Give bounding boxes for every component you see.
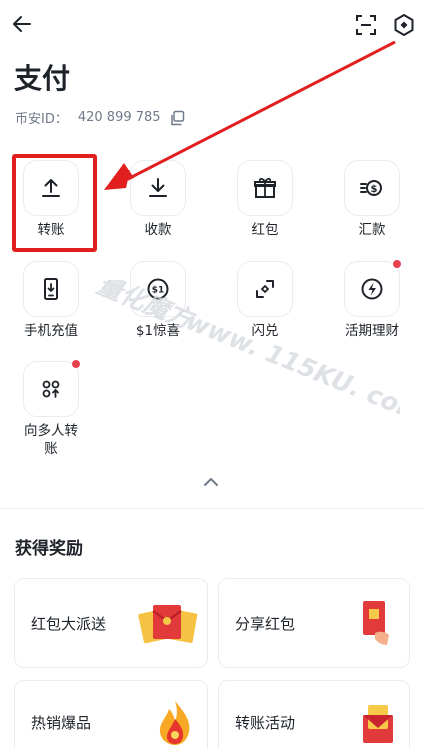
notification-badge (393, 260, 401, 268)
share-red-envelope-icon (363, 601, 389, 645)
reward-card-share-red-packet[interactable]: 分享红包 (218, 578, 410, 668)
action-label: 红包 (251, 222, 279, 238)
action-label: 活期理财 (345, 323, 399, 339)
settings-icon[interactable] (392, 13, 416, 37)
action-label: 手机充值 (24, 323, 78, 339)
action-label-line-2: 账 (44, 441, 58, 457)
download-icon (130, 160, 186, 216)
highlight-box (12, 154, 97, 252)
notification-badge (72, 360, 80, 368)
reward-card-label: 红包大派送 (31, 615, 107, 633)
action-convert[interactable]: 闪兑 (217, 261, 313, 340)
top-bar (0, 0, 424, 52)
dollar-coin-icon: $1 (130, 261, 186, 317)
action-label: 收款 (144, 222, 172, 238)
action-flexible-savings[interactable]: 活期理财 (324, 260, 420, 340)
chevron-up-icon[interactable] (202, 474, 220, 488)
section-divider (0, 508, 424, 509)
red-envelopes-icon (138, 605, 198, 644)
convert-icon (237, 261, 293, 317)
action-receive[interactable]: 收款 (110, 160, 206, 239)
svg-text:$1: $1 (152, 286, 165, 296)
multi-transfer-icon (23, 360, 80, 417)
svg-text:$: $ (371, 184, 378, 195)
account-id-value: 420 899 785 (77, 110, 161, 125)
account-id-line: 币安ID： 420 899 785 (15, 108, 185, 127)
account-id-label: 币安ID： (15, 112, 68, 127)
gift-icon (237, 160, 293, 216)
arrow-left-icon[interactable] (10, 12, 34, 36)
lightning-icon (344, 260, 401, 317)
scan-icon[interactable] (355, 14, 377, 36)
action-label-line-1: 向多人转 (24, 423, 78, 439)
copy-icon[interactable] (169, 110, 185, 126)
action-one-dollar-surprise[interactable]: $1 $1惊喜 (110, 261, 206, 340)
action-label: 闪兑 (251, 323, 279, 339)
action-label: $1惊喜 (135, 323, 181, 339)
page-title: 支付 (14, 62, 71, 95)
action-label: 汇款 (358, 222, 386, 238)
transfer-envelope-icon (363, 705, 393, 743)
action-remittance[interactable]: $ 汇款 (324, 160, 420, 239)
reward-card-red-packet-giveaway[interactable]: 红包大派送 (14, 578, 208, 668)
reward-card-hot-sales[interactable]: 热销爆品 (14, 680, 208, 749)
reward-card-label: 热销爆品 (31, 714, 92, 732)
reward-card-label: 分享红包 (235, 615, 296, 633)
rewards-section-title: 获得奖励 (15, 539, 83, 559)
money-transfer-icon: $ (344, 160, 400, 216)
action-mobile-topup[interactable]: 手机充值 (3, 261, 99, 340)
phone-topup-icon (23, 261, 79, 317)
action-red-packet[interactable]: 红包 (217, 160, 313, 239)
hot-fire-icon (159, 701, 190, 745)
reward-card-transfer-campaign[interactable]: 转账活动 (218, 680, 410, 749)
action-multi-transfer[interactable]: 向多人转 账 (3, 360, 99, 458)
reward-card-label: 转账活动 (235, 714, 296, 732)
